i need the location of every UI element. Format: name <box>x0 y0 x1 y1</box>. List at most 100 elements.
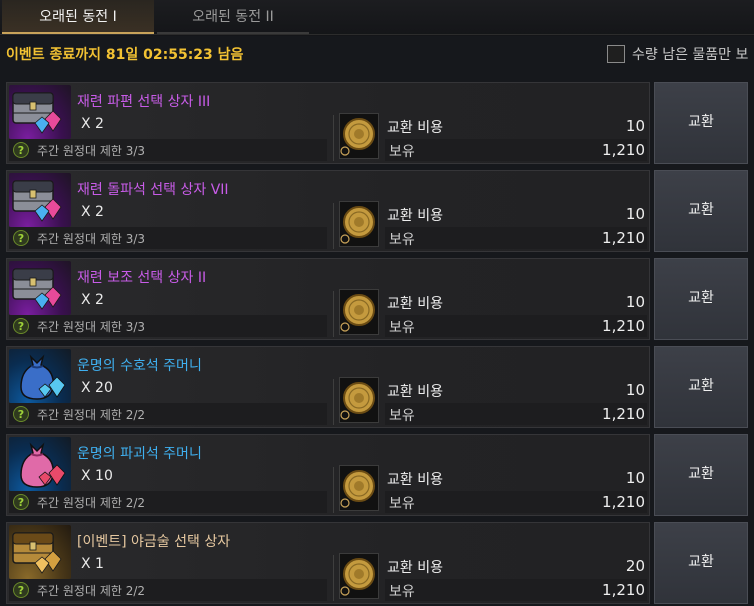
limit-bar: ? 주간 원정대 제한 2/2 <box>9 579 327 601</box>
divider <box>333 203 334 249</box>
chest-icon <box>9 261 71 315</box>
filter-label: 수량 남은 물품만 보 <box>632 47 749 63</box>
exchange-button[interactable]: 교환 <box>654 258 748 340</box>
exchange-button[interactable]: 교환 <box>654 346 748 428</box>
coin-icon <box>339 201 379 247</box>
limit-text: 주간 원정대 제한 2/2 <box>37 495 146 510</box>
cost-label: 교환 비용 <box>387 560 443 576</box>
divider <box>333 555 334 601</box>
limit-text: 주간 원정대 제한 3/3 <box>37 231 146 246</box>
exchange-row: 재련 돌파석 선택 상자 VII X 2 ? 주간 원정대 제한 3/3 교환 … <box>6 170 754 252</box>
owned-value: 1,210 <box>602 581 645 599</box>
item-card: 운명의 파괴석 주머니 X 10 ? 주간 원정대 제한 2/2 교환 비용 1… <box>6 434 650 516</box>
limit-bar: ? 주간 원정대 제한 2/2 <box>9 403 327 425</box>
cost-label: 교환 비용 <box>387 208 443 224</box>
chest-icon <box>9 525 71 579</box>
owned-label: 보유 <box>389 144 415 160</box>
exchange-button[interactable]: 교환 <box>654 170 748 252</box>
owned-label: 보유 <box>389 320 415 336</box>
tab-old-coin-2[interactable]: 오래된 동전 II <box>157 0 309 34</box>
owned-bar: 보유 1,210 <box>385 139 647 161</box>
owned-bar: 보유 1,210 <box>385 227 647 249</box>
cost-value: 10 <box>625 381 645 399</box>
owned-bar: 보유 1,210 <box>385 579 647 601</box>
item-quantity: X 10 <box>81 468 113 484</box>
exchange-button[interactable]: 교환 <box>654 82 748 164</box>
limit-bar: ? 주간 원정대 제한 3/3 <box>9 227 327 249</box>
help-icon[interactable]: ? <box>13 230 29 246</box>
owned-value: 1,210 <box>602 405 645 423</box>
remaining-only-filter[interactable]: 수량 남은 물품만 보 <box>607 44 748 64</box>
item-quantity: X 2 <box>81 116 104 132</box>
cost-value: 10 <box>625 293 645 311</box>
cost-value: 10 <box>625 469 645 487</box>
help-icon[interactable]: ? <box>13 318 29 334</box>
help-icon[interactable]: ? <box>13 406 29 422</box>
item-card: 재련 보조 선택 상자 II X 2 ? 주간 원정대 제한 3/3 교환 비용… <box>6 258 650 340</box>
divider <box>333 115 334 161</box>
item-name: 재련 돌파석 선택 상자 VII <box>77 182 229 198</box>
exchange-row: 운명의 파괴석 주머니 X 10 ? 주간 원정대 제한 2/2 교환 비용 1… <box>6 434 754 516</box>
chest-icon <box>9 85 71 139</box>
item-name: 재련 파편 선택 상자 III <box>77 94 211 110</box>
coin-icon <box>339 289 379 335</box>
owned-label: 보유 <box>389 584 415 600</box>
help-icon[interactable]: ? <box>13 142 29 158</box>
owned-bar: 보유 1,210 <box>385 403 647 425</box>
owned-label: 보유 <box>389 496 415 512</box>
exchange-row: 재련 파편 선택 상자 III X 2 ? 주간 원정대 제한 3/3 교환 비… <box>6 82 754 164</box>
owned-value: 1,210 <box>602 141 645 159</box>
cost-label: 교환 비용 <box>387 472 443 488</box>
owned-label: 보유 <box>389 232 415 248</box>
owned-bar: 보유 1,210 <box>385 315 647 337</box>
item-quantity: X 2 <box>81 204 104 220</box>
limit-bar: ? 주간 원정대 제한 3/3 <box>9 139 327 161</box>
divider <box>333 467 334 513</box>
chest-icon <box>9 173 71 227</box>
coin-icon <box>339 377 379 423</box>
limit-text: 주간 원정대 제한 3/3 <box>37 319 146 334</box>
exchange-row: [이벤트] 야금술 선택 상자 X 1 ? 주간 원정대 제한 2/2 교환 비… <box>6 522 754 604</box>
tab-bar: 오래된 동전 I 오래된 동전 II <box>0 0 754 36</box>
cost-value: 10 <box>625 117 645 135</box>
item-name: 재련 보조 선택 상자 II <box>77 270 207 286</box>
cost-value: 10 <box>625 205 645 223</box>
coin-icon <box>339 113 379 159</box>
coin-icon <box>339 553 379 599</box>
exchange-row: 재련 보조 선택 상자 II X 2 ? 주간 원정대 제한 3/3 교환 비용… <box>6 258 754 340</box>
cost-label: 교환 비용 <box>387 296 443 312</box>
limit-bar: ? 주간 원정대 제한 2/2 <box>9 491 327 513</box>
tab-divider <box>0 34 754 35</box>
owned-label: 보유 <box>389 408 415 424</box>
owned-bar: 보유 1,210 <box>385 491 647 513</box>
pouch-icon <box>9 437 71 491</box>
exchange-button[interactable]: 교환 <box>654 434 748 516</box>
item-name: [이벤트] 야금술 선택 상자 <box>77 534 231 550</box>
cost-label: 교환 비용 <box>387 120 443 136</box>
item-quantity: X 2 <box>81 292 104 308</box>
limit-text: 주간 원정대 제한 2/2 <box>37 583 146 598</box>
item-quantity: X 20 <box>81 380 113 396</box>
filter-checkbox[interactable] <box>607 45 625 63</box>
divider <box>333 379 334 425</box>
owned-value: 1,210 <box>602 229 645 247</box>
limit-text: 주간 원정대 제한 3/3 <box>37 143 146 158</box>
divider <box>333 291 334 337</box>
exchange-row: 운명의 수호석 주머니 X 20 ? 주간 원정대 제한 2/2 교환 비용 1… <box>6 346 754 428</box>
item-card: 재련 돌파석 선택 상자 VII X 2 ? 주간 원정대 제한 3/3 교환 … <box>6 170 650 252</box>
item-name: 운명의 수호석 주머니 <box>77 358 202 374</box>
event-timer: 이벤트 종료까지 81일 02:55:23 남음 <box>6 47 244 63</box>
limit-text: 주간 원정대 제한 2/2 <box>37 407 146 422</box>
item-card: [이벤트] 야금술 선택 상자 X 1 ? 주간 원정대 제한 2/2 교환 비… <box>6 522 650 604</box>
help-icon[interactable]: ? <box>13 494 29 510</box>
exchange-button[interactable]: 교환 <box>654 522 748 604</box>
item-card: 재련 파편 선택 상자 III X 2 ? 주간 원정대 제한 3/3 교환 비… <box>6 82 650 164</box>
item-quantity: X 1 <box>81 556 104 572</box>
tab-old-coin-1[interactable]: 오래된 동전 I <box>2 0 154 34</box>
owned-value: 1,210 <box>602 493 645 511</box>
cost-value: 20 <box>625 557 645 575</box>
help-icon[interactable]: ? <box>13 582 29 598</box>
cost-label: 교환 비용 <box>387 384 443 400</box>
item-name: 운명의 파괴석 주머니 <box>77 446 202 462</box>
pouch-icon <box>9 349 71 403</box>
